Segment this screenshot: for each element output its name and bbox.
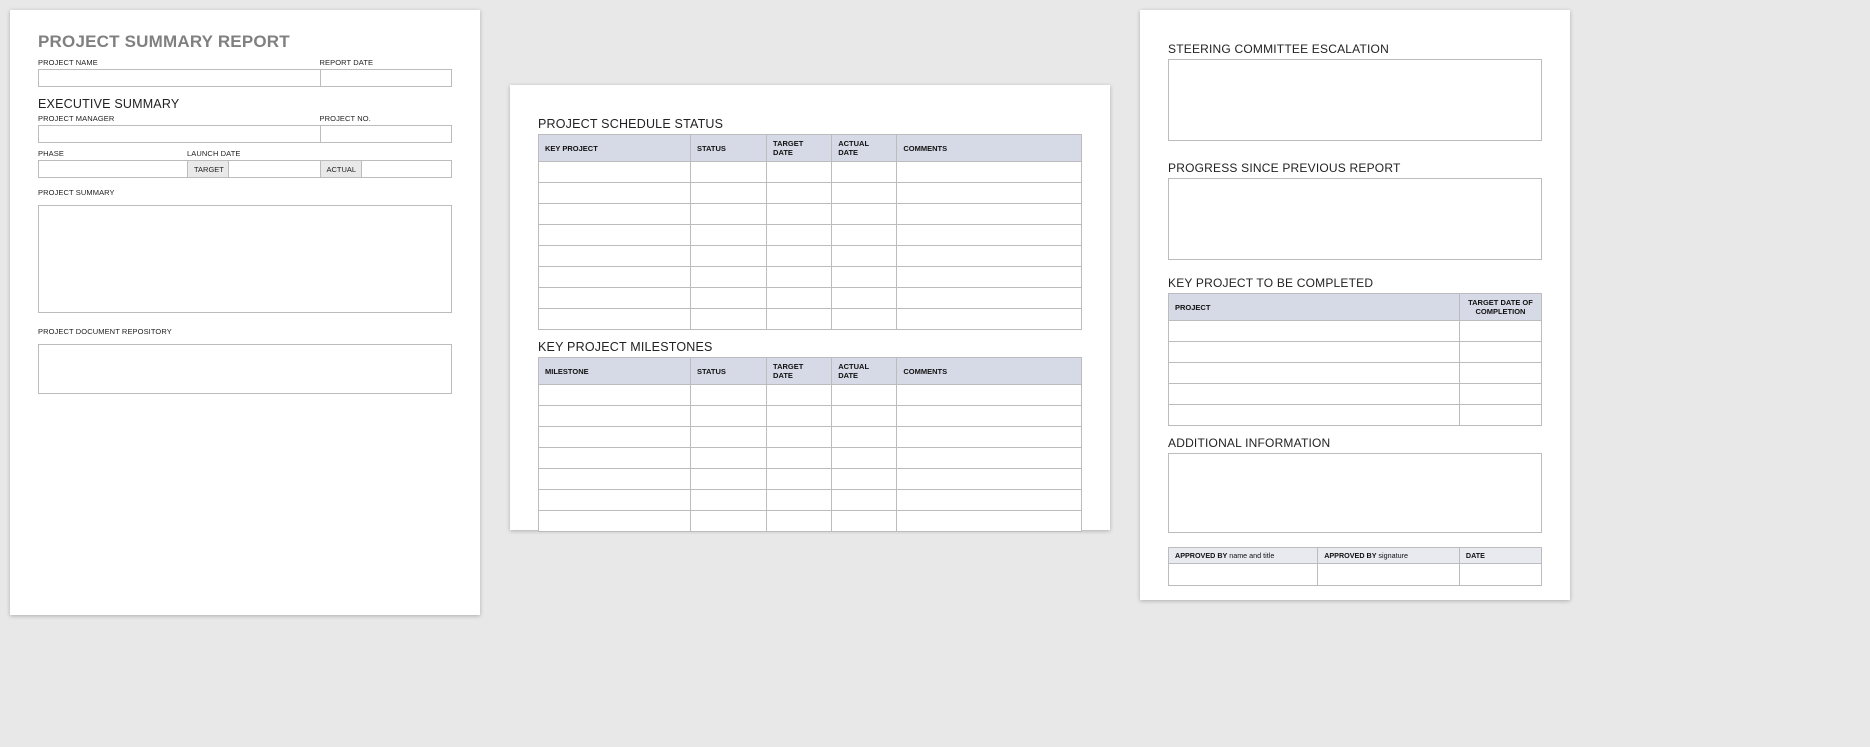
table-row[interactable] bbox=[539, 309, 1082, 330]
table-row[interactable] bbox=[539, 406, 1082, 427]
th-target-completion: TARGET DATE OF COMPLETION bbox=[1459, 294, 1541, 321]
field-report-date[interactable] bbox=[320, 69, 452, 87]
section-schedule-status: PROJECT SCHEDULE STATUS bbox=[538, 117, 1082, 131]
field-project-summary[interactable] bbox=[38, 205, 452, 313]
milestones-table: MILESTONE STATUS TARGET DATE ACTUAL DATE… bbox=[538, 357, 1082, 532]
th-status: STATUS bbox=[691, 358, 767, 385]
label-actual-cell: ACTUAL bbox=[320, 160, 361, 178]
field-steering[interactable] bbox=[1168, 59, 1542, 141]
label-project-name: PROJECT NAME bbox=[38, 58, 320, 67]
field-doc-repo[interactable] bbox=[38, 344, 452, 394]
table-row[interactable] bbox=[1169, 363, 1542, 384]
schedule-table: KEY PROJECT STATUS TARGET DATE ACTUAL DA… bbox=[538, 134, 1082, 330]
th-actual-date: ACTUAL DATE bbox=[832, 358, 897, 385]
table-row[interactable] bbox=[539, 427, 1082, 448]
table-row[interactable] bbox=[1169, 321, 1542, 342]
section-key-project-complete: KEY PROJECT TO BE COMPLETED bbox=[1168, 276, 1542, 290]
th-date: DATE bbox=[1459, 548, 1541, 564]
th-target-date: TARGET DATE bbox=[767, 358, 832, 385]
table-row[interactable] bbox=[539, 288, 1082, 309]
label-project-no: PROJECT NO. bbox=[320, 114, 452, 123]
field-additional-info[interactable] bbox=[1168, 453, 1542, 533]
section-executive-summary: EXECUTIVE SUMMARY bbox=[38, 97, 452, 111]
th-target-date: TARGET DATE bbox=[767, 135, 832, 162]
th-comments: COMMENTS bbox=[897, 358, 1082, 385]
label-phase: PHASE bbox=[38, 149, 187, 158]
section-additional-info: ADDITIONAL INFORMATION bbox=[1168, 436, 1542, 450]
label-launch-date: LAUNCH DATE bbox=[187, 149, 452, 158]
page-3: STEERING COMMITTEE ESCALATION PROGRESS S… bbox=[1140, 10, 1570, 600]
table-row[interactable] bbox=[1169, 342, 1542, 363]
table-row[interactable] bbox=[539, 511, 1082, 532]
table-row[interactable] bbox=[539, 469, 1082, 490]
label-doc-repo: PROJECT DOCUMENT REPOSITORY bbox=[38, 327, 452, 336]
label-report-date: REPORT DATE bbox=[320, 58, 452, 67]
table-row[interactable] bbox=[539, 183, 1082, 204]
table-row[interactable] bbox=[539, 204, 1082, 225]
section-steering: STEERING COMMITTEE ESCALATION bbox=[1168, 42, 1542, 56]
th-milestone: MILESTONE bbox=[539, 358, 691, 385]
th-actual-date: ACTUAL DATE bbox=[832, 135, 897, 162]
label-project-manager: PROJECT MANAGER bbox=[38, 114, 320, 123]
table-row[interactable] bbox=[539, 385, 1082, 406]
field-project-no[interactable] bbox=[320, 125, 452, 143]
page-2: PROJECT SCHEDULE STATUS KEY PROJECT STAT… bbox=[510, 85, 1110, 530]
field-progress[interactable] bbox=[1168, 178, 1542, 260]
table-row[interactable] bbox=[539, 225, 1082, 246]
table-row[interactable] bbox=[539, 162, 1082, 183]
completion-table: PROJECT TARGET DATE OF COMPLETION bbox=[1168, 293, 1542, 426]
table-row[interactable] bbox=[539, 490, 1082, 511]
th-approved-name: APPROVED BY name and title bbox=[1169, 548, 1318, 564]
document-title: PROJECT SUMMARY REPORT bbox=[38, 32, 452, 52]
label-project-summary: PROJECT SUMMARY bbox=[38, 188, 452, 197]
table-row[interactable] bbox=[1169, 564, 1542, 586]
field-target-date[interactable] bbox=[228, 160, 319, 178]
table-row[interactable] bbox=[1169, 405, 1542, 426]
th-key-project: KEY PROJECT bbox=[539, 135, 691, 162]
table-row[interactable] bbox=[539, 448, 1082, 469]
th-comments: COMMENTS bbox=[897, 135, 1082, 162]
section-milestones: KEY PROJECT MILESTONES bbox=[538, 340, 1082, 354]
field-project-manager[interactable] bbox=[38, 125, 320, 143]
table-row[interactable] bbox=[1169, 384, 1542, 405]
field-phase[interactable] bbox=[38, 160, 187, 178]
table-row[interactable] bbox=[539, 267, 1082, 288]
th-approved-signature: APPROVED BY signature bbox=[1318, 548, 1460, 564]
approval-table: APPROVED BY name and title APPROVED BY s… bbox=[1168, 547, 1542, 586]
field-project-name[interactable] bbox=[38, 69, 320, 87]
section-progress: PROGRESS SINCE PREVIOUS REPORT bbox=[1168, 161, 1542, 175]
field-actual-date[interactable] bbox=[361, 160, 452, 178]
th-project: PROJECT bbox=[1169, 294, 1460, 321]
page-1: PROJECT SUMMARY REPORT PROJECT NAME REPO… bbox=[10, 10, 480, 615]
table-row[interactable] bbox=[539, 246, 1082, 267]
label-target-cell: TARGET bbox=[187, 160, 228, 178]
th-status: STATUS bbox=[691, 135, 767, 162]
